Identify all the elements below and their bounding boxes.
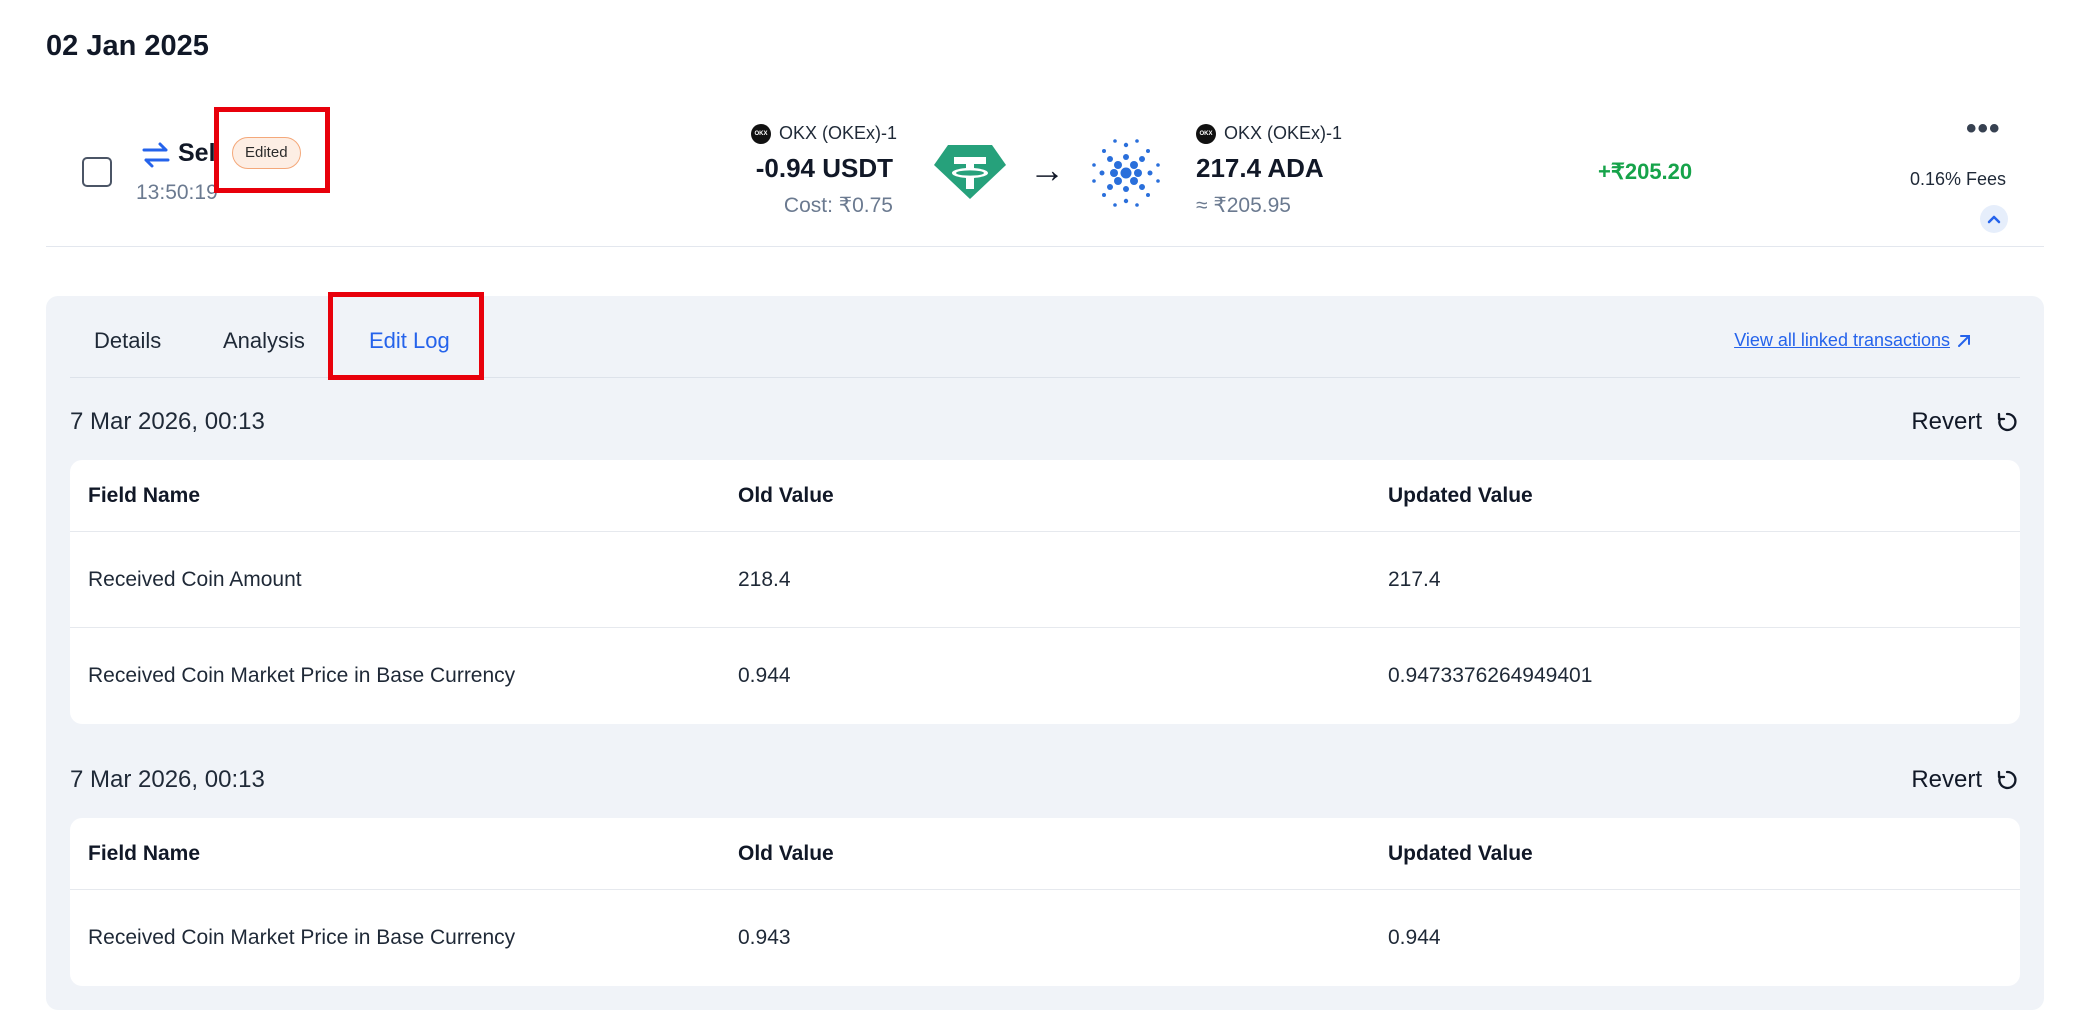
view-linked-transactions-link[interactable]: View all linked transactions	[1734, 330, 1972, 351]
table-row: Received Coin Market Price in Base Curre…	[70, 890, 2020, 986]
table-row: Received Coin Amount 218.4 217.4	[70, 532, 2020, 628]
received-value: ≈ ₹205.95	[1196, 194, 1291, 217]
transaction-row[interactable]: Sell Edited 13:50:19 OKX OKX (OKEx)-1 -0…	[46, 105, 2044, 247]
date-header: 02 Jan 2025	[46, 30, 209, 62]
old-value-cell: 0.944	[738, 664, 791, 687]
field-name-cell: Received Coin Market Price in Base Curre…	[88, 664, 516, 687]
received-exchange-label: OKX (OKEx)-1	[1224, 123, 1343, 143]
received-amount: 217.4 ADA	[1196, 153, 1324, 183]
updated-value-cell: 217.4	[1388, 567, 1441, 591]
header-old-value: Old Value	[738, 483, 834, 507]
updated-value-cell: 0.9473376264949401	[1388, 664, 1593, 687]
pnl-value: +₹205.20	[1598, 159, 1693, 184]
table-header-row: Field Name Old Value Updated Value	[70, 460, 2020, 532]
header-updated-value: Updated Value	[1388, 841, 1533, 865]
old-value-cell: 0.943	[738, 926, 791, 949]
okx-logo-icon: OKX	[1196, 123, 1216, 144]
field-name-cell: Received Coin Amount	[88, 567, 302, 591]
cardano-icon	[1092, 139, 1160, 207]
transaction-time: 13:50:19	[136, 181, 218, 204]
table-row: Received Coin Market Price in Base Curre…	[70, 628, 2020, 724]
log-entry-timestamp: 7 Mar 2026, 00:13	[70, 766, 265, 793]
header-old-value: Old Value	[738, 841, 834, 865]
page: 02 Jan 2025 Sell Edited 13:50:19 OKX OKX…	[0, 0, 2084, 1034]
sent-cost: Cost: ₹0.75	[783, 194, 893, 217]
sent-exchange: OKX OKX (OKEx)-1	[751, 123, 897, 144]
chevron-up-icon	[1987, 215, 2001, 224]
tether-icon	[934, 145, 1006, 199]
sent-amount: -0.94 USDT	[755, 153, 893, 183]
transaction-type-label: Sell	[178, 139, 218, 167]
details-panel: Details Analysis Edit Log View all linke…	[46, 296, 2044, 1010]
field-name-cell: Received Coin Market Price in Base Curre…	[88, 926, 516, 949]
select-checkbox[interactable]	[82, 157, 112, 187]
tab-analysis[interactable]: Analysis	[223, 328, 305, 354]
revert-icon	[1997, 770, 2017, 790]
header-field-name: Field Name	[88, 841, 201, 865]
view-linked-transactions-label: View all linked transactions	[1734, 330, 1950, 350]
revert-label: Revert	[1911, 408, 1982, 435]
revert-button[interactable]: Revert	[1911, 766, 2018, 794]
edit-log-table: Field Name Old Value Updated Value Recei…	[70, 460, 2020, 724]
collapse-button[interactable]	[1980, 205, 2008, 233]
more-options-icon[interactable]: •••	[1966, 114, 2001, 144]
old-value-cell: 218.4	[738, 567, 791, 591]
log-entry-timestamp: 7 Mar 2026, 00:13	[70, 408, 265, 435]
header-updated-value: Updated Value	[1388, 483, 1533, 507]
header-field-name: Field Name	[88, 483, 201, 507]
okx-logo-icon: OKX	[751, 123, 771, 144]
table-header-row: Field Name Old Value Updated Value	[70, 818, 2020, 890]
arrow-right-icon: →	[1029, 149, 1065, 190]
revert-label: Revert	[1911, 766, 1982, 793]
revert-icon	[1997, 412, 2017, 432]
highlight-edit-log-tab	[328, 292, 484, 380]
edit-log-table: Field Name Old Value Updated Value Recei…	[70, 818, 2020, 986]
updated-value-cell: 0.944	[1388, 926, 1441, 949]
fees-label: 0.16% Fees	[1910, 169, 2007, 189]
revert-button[interactable]: Revert	[1911, 408, 2018, 436]
highlight-edited-badge	[214, 107, 330, 193]
tab-details[interactable]: Details	[94, 328, 161, 354]
swap-icon	[142, 142, 170, 168]
received-exchange: OKX OKX (OKEx)-1	[1196, 123, 1342, 144]
external-arrow-icon	[1958, 334, 1970, 347]
sent-exchange-label: OKX (OKEx)-1	[779, 123, 898, 143]
